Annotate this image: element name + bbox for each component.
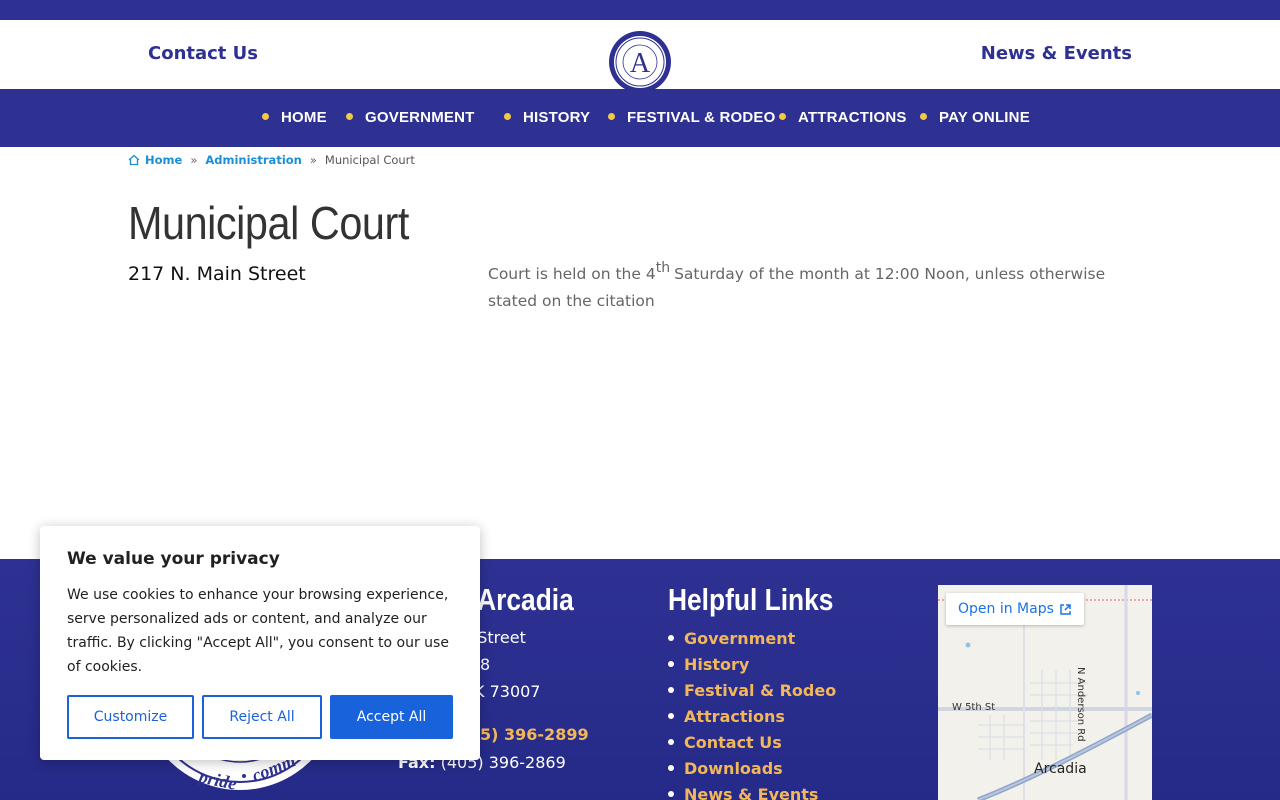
bullet-icon <box>608 112 615 120</box>
breadcrumb-current: Municipal Court <box>324 153 415 167</box>
bullet-icon <box>346 112 353 120</box>
cookie-title: We value your privacy <box>67 549 280 569</box>
embedded-map[interactable]: Open in Maps W 5th St N Anderson Rd Arca… <box>938 585 1152 800</box>
contact-us-link[interactable]: Contact Us <box>148 43 258 64</box>
site-header: Contact Us A News & Events <box>0 20 1280 93</box>
breadcrumb: Home » Administration » Municipal Court <box>128 152 415 168</box>
footer-phone-link[interactable]: 5) 396-2899 <box>480 725 589 744</box>
footer-link-history[interactable]: History <box>668 652 836 678</box>
customize-button[interactable]: Customize <box>67 695 194 739</box>
breadcrumb-separator: » <box>309 153 317 167</box>
bullet-icon <box>504 112 511 120</box>
cookie-description: We use cookies to enhance your browsing … <box>67 587 449 675</box>
svg-text:A: A <box>630 48 651 79</box>
court-schedule: Court is held on the 4th Saturday of the … <box>488 260 1106 310</box>
external-link-icon <box>1060 603 1071 615</box>
footer-link-attractions[interactable]: Attractions <box>668 704 836 730</box>
city-logo[interactable]: A <box>608 30 672 94</box>
main-nav: HOME GOVERNMENT HISTORY FESTIVAL & RODEO… <box>0 89 1280 147</box>
reject-all-button[interactable]: Reject All <box>202 695 322 739</box>
bullet-icon <box>779 112 786 120</box>
footer-link-downloads[interactable]: Downloads <box>668 756 836 782</box>
accept-all-button[interactable]: Accept All <box>330 695 453 739</box>
bullet-icon <box>262 112 269 120</box>
page-title: Municipal Court <box>128 197 409 249</box>
breadcrumb-administration[interactable]: Administration <box>205 153 302 167</box>
breadcrumb-separator: » <box>190 153 198 167</box>
helpful-links-title: Helpful Links <box>668 582 834 617</box>
nav-festival-rodeo[interactable]: FESTIVAL & RODEO <box>608 89 776 147</box>
nav-home[interactable]: HOME <box>262 89 327 147</box>
map-street-label: N Anderson Rd <box>1075 667 1086 742</box>
home-icon <box>128 154 140 166</box>
open-in-maps-button[interactable]: Open in Maps <box>946 593 1084 625</box>
bullet-icon <box>920 112 927 120</box>
footer-link-news-events[interactable]: News & Events <box>668 782 836 800</box>
footer-link-contact-us[interactable]: Contact Us <box>668 730 836 756</box>
footer-link-festival-rodeo[interactable]: Festival & Rodeo <box>668 678 836 704</box>
footer-address-line2: 8 <box>480 655 491 674</box>
footer-link-government[interactable]: Government <box>668 626 836 652</box>
nav-government[interactable]: GOVERNMENT <box>346 89 475 147</box>
map-street-label: W 5th St <box>952 702 996 713</box>
court-address: 217 N. Main Street <box>128 263 306 285</box>
nav-history[interactable]: HISTORY <box>504 89 590 147</box>
cookie-consent-banner: We value your privacy We use cookies to … <box>40 526 480 760</box>
top-bar <box>0 0 1280 20</box>
nav-pay-online[interactable]: PAY ONLINE <box>920 89 1030 147</box>
footer-address-line3: K 73007 <box>474 682 541 701</box>
nav-attractions[interactable]: ATTRACTIONS <box>779 89 907 147</box>
breadcrumb-home[interactable]: Home <box>145 153 182 167</box>
helpful-links-list: Government History Festival & Rodeo Attr… <box>668 626 836 800</box>
map-city-label: Arcadia <box>1034 761 1087 777</box>
news-events-link[interactable]: News & Events <box>981 43 1132 64</box>
